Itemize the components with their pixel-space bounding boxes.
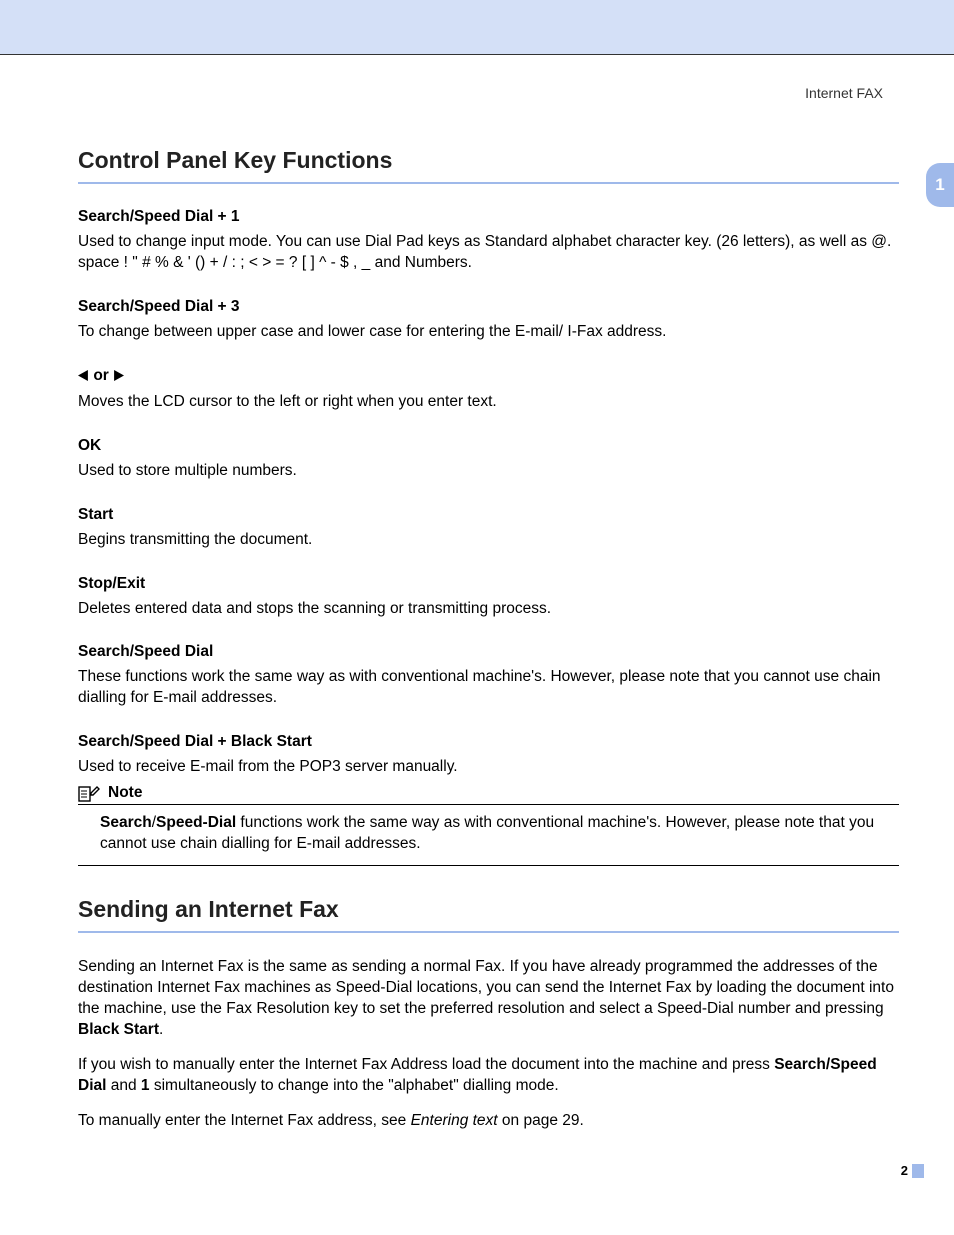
or-text: or (93, 367, 113, 384)
note-bold-1: Search (100, 814, 152, 831)
item-head-arrows: or (78, 367, 899, 386)
para-2: If you wish to manually enter the Intern… (78, 1055, 899, 1097)
item-head: Search/Speed Dial (78, 643, 899, 661)
item-0: Search/Speed Dial + 1 Used to change inp… (78, 208, 899, 274)
page-number-accent (912, 1164, 924, 1178)
p2-b2: 1 (141, 1077, 150, 1094)
p1-post: . (159, 1021, 163, 1038)
note-label: Note (108, 784, 142, 802)
item-head: Start (78, 506, 899, 524)
p1-pre: Sending an Internet Fax is the same as s… (78, 958, 894, 1017)
item-head: Search/Speed Dial + 3 (78, 298, 899, 316)
p2-mid1: and (106, 1077, 140, 1094)
item-5: Stop/Exit Deletes entered data and stops… (78, 575, 899, 620)
note-bold-2: Speed-Dial (156, 814, 236, 831)
item-body: Begins transmitting the document. (78, 530, 899, 551)
item-3: OK Used to store multiple numbers. (78, 437, 899, 482)
item-2: or Moves the LCD cursor to the left or r… (78, 367, 899, 413)
p1-bold: Black Start (78, 1021, 159, 1038)
item-body: Used to receive E-mail from the POP3 ser… (78, 757, 899, 778)
item-body: To change between upper case and lower c… (78, 322, 899, 343)
note-icon (78, 784, 100, 802)
section-heading-control-panel: Control Panel Key Functions (78, 147, 899, 184)
chapter-tab: 1 (926, 163, 954, 207)
item-4: Start Begins transmitting the document. (78, 506, 899, 551)
item-body: These functions work the same way as wit… (78, 667, 899, 709)
item-head: Search/Speed Dial + Black Start (78, 733, 899, 751)
top-bar (0, 0, 954, 54)
item-body: Deletes entered data and stops the scann… (78, 599, 899, 620)
p3-post: on page 29. (498, 1112, 584, 1129)
item-body: Used to change input mode. You can use D… (78, 232, 899, 274)
triangle-right-icon (113, 368, 124, 386)
para-3: To manually enter the Internet Fax addre… (78, 1111, 899, 1132)
item-head: Search/Speed Dial + 1 (78, 208, 899, 226)
triangle-left-icon (78, 368, 89, 386)
item-body: Moves the LCD cursor to the left or righ… (78, 392, 899, 413)
section-heading-sending: Sending an Internet Fax (78, 896, 899, 933)
page-number: 2 (901, 1163, 908, 1178)
item-body: Used to store multiple numbers. (78, 461, 899, 482)
running-header: Internet FAX (78, 85, 899, 101)
note-header: Note (78, 784, 899, 805)
item-head: OK (78, 437, 899, 455)
note-body: Search/Speed-Dial functions work the sam… (78, 805, 899, 866)
p3-pre: To manually enter the Internet Fax addre… (78, 1112, 411, 1129)
item-6: Search/Speed Dial These functions work t… (78, 643, 899, 709)
p2-post: simultaneously to change into the "alpha… (150, 1077, 559, 1094)
item-7: Search/Speed Dial + Black Start Used to … (78, 733, 899, 778)
note-block: Note Search/Speed-Dial functions work th… (78, 784, 899, 866)
para-1: Sending an Internet Fax is the same as s… (78, 957, 899, 1041)
item-1: Search/Speed Dial + 3 To change between … (78, 298, 899, 343)
page-content: Internet FAX 1 Control Panel Key Functio… (0, 55, 954, 1206)
p3-italic: Entering text (411, 1112, 498, 1129)
item-head: Stop/Exit (78, 575, 899, 593)
p2-pre: If you wish to manually enter the Intern… (78, 1056, 774, 1073)
